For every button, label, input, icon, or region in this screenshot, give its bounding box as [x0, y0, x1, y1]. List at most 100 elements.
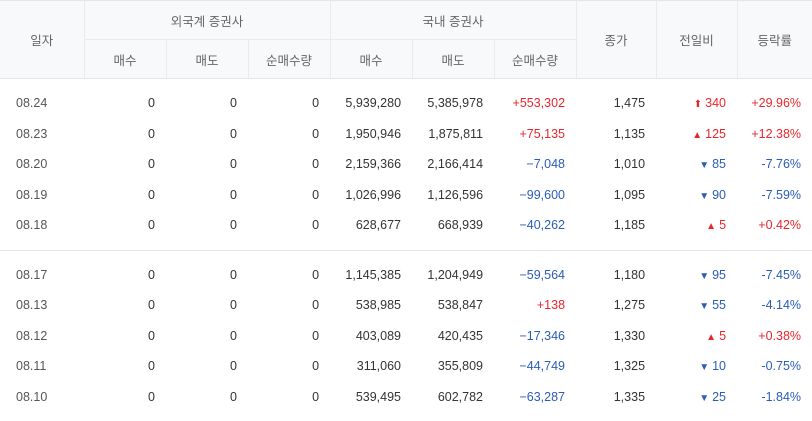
cell-change: ⬆340: [656, 88, 737, 119]
cell-foreign-buy: 0: [84, 290, 166, 321]
cell-domestic-sell: 538,847: [412, 290, 494, 321]
cell-close: 1,095: [576, 180, 656, 211]
cell-domestic-buy: 538,985: [330, 290, 412, 321]
cell-foreign-net: 0: [248, 180, 330, 211]
cell-foreign-net: 0: [248, 321, 330, 352]
cell-foreign-buy: 0: [84, 382, 166, 413]
change-value: 125: [705, 127, 726, 141]
cell-close: 1,325: [576, 351, 656, 382]
cell-domestic-net: −7,048: [494, 149, 576, 180]
cell-rate: -7.59%: [737, 180, 812, 211]
cell-domestic-buy: 1,026,996: [330, 180, 412, 211]
header-date: 일자: [0, 1, 84, 79]
cell-foreign-buy: 0: [84, 119, 166, 150]
cell-foreign-buy: 0: [84, 210, 166, 241]
header-domestic-brokers: 국내 증권사: [330, 1, 576, 40]
cell-foreign-buy: 0: [84, 149, 166, 180]
cell-domestic-buy: 311,060: [330, 351, 412, 382]
cell-domestic-sell: 668,939: [412, 210, 494, 241]
cell-close: 1,010: [576, 149, 656, 180]
cell-foreign-net: 0: [248, 351, 330, 382]
cell-foreign-buy: 0: [84, 321, 166, 352]
change-value: 55: [712, 298, 726, 312]
table-row: 08.230001,950,9461,875,811+75,1351,135▲1…: [0, 119, 812, 150]
cell-date: 08.23: [0, 119, 84, 150]
cell-foreign-sell: 0: [166, 180, 248, 211]
header-foreign-sell: 매도: [166, 40, 248, 79]
header-domestic-buy: 매수: [330, 40, 412, 79]
cell-date: 08.17: [0, 260, 84, 291]
cell-date: 08.11: [0, 351, 84, 382]
cell-domestic-net: −63,287: [494, 382, 576, 413]
cell-foreign-sell: 0: [166, 351, 248, 382]
table-body: 08.240005,939,2805,385,978+553,3021,475⬆…: [0, 79, 812, 421]
cell-foreign-net: 0: [248, 290, 330, 321]
header-foreign-buy: 매수: [84, 40, 166, 79]
cell-domestic-sell: 602,782: [412, 382, 494, 413]
cell-domestic-net: −40,262: [494, 210, 576, 241]
cell-rate: +29.96%: [737, 88, 812, 119]
cell-domestic-net: −44,749: [494, 351, 576, 382]
cell-domestic-sell: 2,166,414: [412, 149, 494, 180]
header-foreign-net: 순매수량: [248, 40, 330, 79]
cell-domestic-net: −99,600: [494, 180, 576, 211]
cell-foreign-sell: 0: [166, 382, 248, 413]
cell-date: 08.20: [0, 149, 84, 180]
arrow-down-icon: ▼: [699, 271, 709, 282]
cell-foreign-buy: 0: [84, 88, 166, 119]
cell-rate: +0.42%: [737, 210, 812, 241]
broker-trading-table: 일자 외국계 증권사 국내 증권사 종가 전일비 등락률 매수 매도 순매수량 …: [0, 0, 812, 421]
cell-rate: -0.75%: [737, 351, 812, 382]
change-value: 85: [712, 157, 726, 171]
cell-foreign-net: 0: [248, 119, 330, 150]
cell-domestic-buy: 1,145,385: [330, 260, 412, 291]
arrow-down-icon: ▼: [699, 393, 709, 404]
cell-foreign-net: 0: [248, 149, 330, 180]
cell-foreign-net: 0: [248, 88, 330, 119]
cell-close: 1,275: [576, 290, 656, 321]
cell-domestic-net: +553,302: [494, 88, 576, 119]
cell-foreign-sell: 0: [166, 321, 248, 352]
header-domestic-sell: 매도: [412, 40, 494, 79]
cell-domestic-net: +138: [494, 290, 576, 321]
cell-rate: -7.45%: [737, 260, 812, 291]
cell-rate: -7.76%: [737, 149, 812, 180]
cell-domestic-net: −59,564: [494, 260, 576, 291]
table-row: 08.18000628,677668,939−40,2621,185▲5+0.4…: [0, 210, 812, 241]
cell-domestic-sell: 1,875,811: [412, 119, 494, 150]
cell-rate: -1.84%: [737, 382, 812, 413]
change-value: 5: [719, 329, 726, 343]
cell-date: 08.10: [0, 382, 84, 413]
header-foreign-brokers: 외국계 증권사: [84, 1, 330, 40]
cell-foreign-sell: 0: [166, 290, 248, 321]
cell-date: 08.24: [0, 88, 84, 119]
cell-domestic-buy: 403,089: [330, 321, 412, 352]
cell-foreign-sell: 0: [166, 210, 248, 241]
cell-close: 1,135: [576, 119, 656, 150]
cell-foreign-net: 0: [248, 260, 330, 291]
cell-date: 08.12: [0, 321, 84, 352]
cell-domestic-sell: 355,809: [412, 351, 494, 382]
cell-domestic-net: +75,135: [494, 119, 576, 150]
group-spacer: [0, 250, 812, 260]
cell-foreign-sell: 0: [166, 149, 248, 180]
cell-close: 1,185: [576, 210, 656, 241]
table-row: 08.11000311,060355,809−44,7491,325▼10-0.…: [0, 351, 812, 382]
arrow-down-icon: ▼: [699, 160, 709, 171]
cell-close: 1,330: [576, 321, 656, 352]
arrow-down-icon: ▼: [699, 191, 709, 202]
cell-domestic-sell: 1,204,949: [412, 260, 494, 291]
arrow-up-icon: ▲: [706, 332, 716, 343]
cell-change: ▼55: [656, 290, 737, 321]
cell-change: ▼85: [656, 149, 737, 180]
header-change: 전일비: [656, 1, 737, 79]
cell-domestic-buy: 628,677: [330, 210, 412, 241]
table-row: 08.12000403,089420,435−17,3461,330▲5+0.3…: [0, 321, 812, 352]
cell-domestic-sell: 420,435: [412, 321, 494, 352]
table-row: 08.10000539,495602,782−63,2871,335▼25-1.…: [0, 382, 812, 413]
cell-date: 08.19: [0, 180, 84, 211]
cell-domestic-sell: 1,126,596: [412, 180, 494, 211]
change-value: 25: [712, 390, 726, 404]
arrow-up-icon: ▲: [692, 130, 702, 141]
table-row: 08.170001,145,3851,204,949−59,5641,180▼9…: [0, 260, 812, 291]
